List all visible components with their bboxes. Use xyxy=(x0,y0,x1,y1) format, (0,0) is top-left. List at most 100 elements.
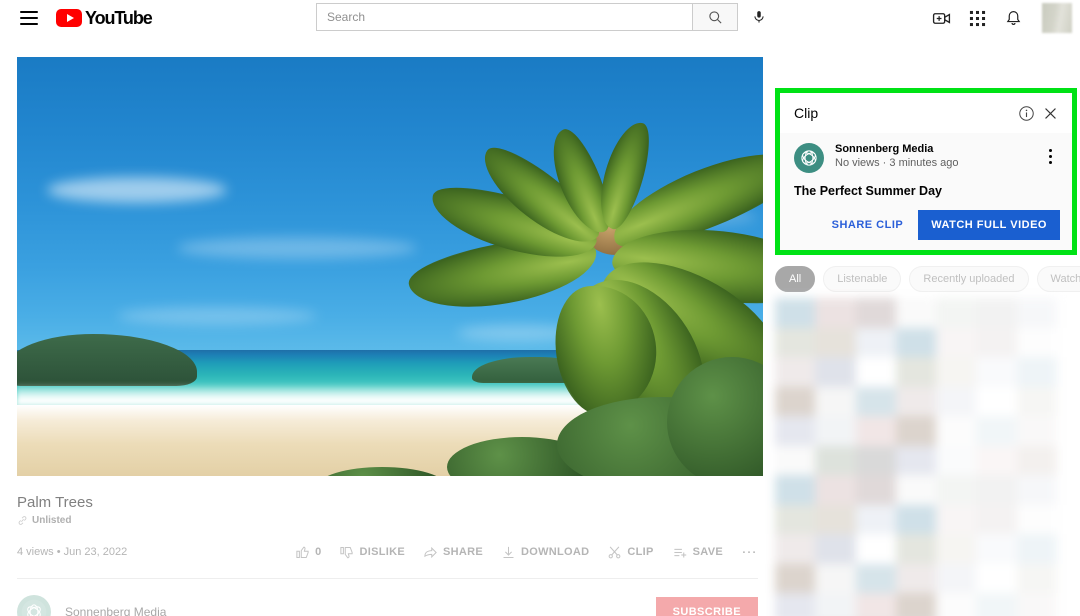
blurred-thumbnail-cell xyxy=(895,593,937,616)
search-submit-button[interactable] xyxy=(692,3,738,31)
blurred-thumbnail-cell xyxy=(895,534,937,564)
blurred-thumbnail-cell xyxy=(815,593,856,616)
share-label: SHARE xyxy=(442,546,483,558)
clip-view-meta: No views · 3 minutes ago xyxy=(835,157,959,169)
filter-chip-listenable[interactable]: Listenable xyxy=(823,266,902,292)
blurred-thumbnail-cell xyxy=(936,475,977,505)
clip-channel-meta: Sonnenberg Media No views · 3 minutes ag… xyxy=(835,143,1040,169)
share-arrow-icon xyxy=(424,546,437,558)
blurred-thumbnail-cell xyxy=(855,534,896,564)
blurred-thumbnail-cell xyxy=(1016,563,1057,593)
video-player[interactable] xyxy=(17,57,763,476)
save-button[interactable]: SAVE xyxy=(672,545,723,560)
blurred-thumbnail-cell xyxy=(1016,327,1057,357)
blurred-thumbnail-cell xyxy=(815,534,856,564)
youtube-logo[interactable]: YouTube xyxy=(56,8,153,29)
blurred-thumbnail-cell xyxy=(1016,534,1057,564)
channel-name[interactable]: Sonnenberg Media xyxy=(65,605,656,616)
blurred-thumbnail-cell xyxy=(1016,504,1057,534)
more-actions-button[interactable]: … xyxy=(741,540,758,564)
blurred-thumbnail-cell xyxy=(775,504,816,534)
thumbs-up-icon xyxy=(296,546,309,558)
blurred-thumbnail-cell xyxy=(895,298,937,328)
apps-grid-icon xyxy=(969,10,985,26)
blurred-thumbnail-cell xyxy=(855,445,896,475)
blurred-thumbnail-cell xyxy=(1016,475,1057,505)
secondary-column: Clip Sonnenberg Media No views · 3 minut… xyxy=(775,36,1080,616)
info-circle-icon xyxy=(1018,105,1034,121)
blurred-thumbnail-cell xyxy=(895,386,937,416)
thumbs-down-icon xyxy=(340,546,354,558)
share-button[interactable]: SHARE xyxy=(423,545,483,560)
blurred-thumbnail-cell xyxy=(976,386,1017,416)
create-video-button[interactable] xyxy=(930,7,952,29)
blurred-thumbnail-cell xyxy=(855,504,896,534)
link-icon xyxy=(18,516,27,525)
blurred-thumbnail-cell xyxy=(1016,593,1057,616)
close-x-icon xyxy=(1044,107,1056,119)
dislike-label: DISLIKE xyxy=(359,546,405,558)
scissors-icon xyxy=(609,546,621,558)
blurred-thumbnail-cell xyxy=(895,563,937,593)
related-videos-blurred[interactable] xyxy=(775,298,1057,616)
clip-channel-avatar[interactable] xyxy=(794,143,824,173)
blurred-thumbnail-cell xyxy=(895,504,937,534)
hamburger-icon[interactable] xyxy=(20,11,38,25)
blurred-thumbnail-cell xyxy=(976,593,1017,616)
primary-column: Palm Trees Unlisted 4 views • Jun 23, 20… xyxy=(0,36,775,616)
download-button[interactable]: DOWNLOAD xyxy=(501,545,589,560)
channel-logo-icon xyxy=(796,145,822,171)
search-input[interactable] xyxy=(327,10,682,24)
blurred-thumbnail-cell xyxy=(815,475,856,505)
blurred-thumbnail-cell xyxy=(936,445,977,475)
blurred-thumbnail-cell xyxy=(1016,386,1057,416)
blurred-thumbnail-cell xyxy=(815,445,856,475)
blurred-thumbnail-cell xyxy=(895,327,937,357)
clip-dialog-actions: SHARE CLIP WATCH FULL VIDEO xyxy=(794,210,1060,240)
channel-avatar[interactable] xyxy=(17,595,51,616)
notifications-button[interactable] xyxy=(1002,7,1024,29)
avatar[interactable] xyxy=(1042,3,1072,33)
filter-chip-all[interactable]: All xyxy=(775,266,816,292)
watch-full-video-button[interactable]: WATCH FULL VIDEO xyxy=(918,210,1060,240)
blurred-thumbnail-cell xyxy=(976,445,1017,475)
microphone-icon xyxy=(754,11,764,23)
blurred-thumbnail-cell xyxy=(976,357,1017,387)
blurred-thumbnail-cell xyxy=(855,357,896,387)
info-button[interactable] xyxy=(1014,101,1038,125)
voice-search-button[interactable] xyxy=(746,4,772,30)
subscribe-button[interactable]: SUBSCRIBE xyxy=(655,597,758,616)
top-right-actions xyxy=(930,0,1072,36)
more-vertical-icon[interactable] xyxy=(1040,143,1060,164)
filter-chip-recently-uploaded[interactable]: Recently uploaded xyxy=(909,266,1029,292)
clip-button[interactable]: CLIP xyxy=(607,545,653,560)
save-label: SAVE xyxy=(692,546,723,558)
close-button[interactable] xyxy=(1038,101,1062,125)
dislike-button[interactable]: DISLIKE xyxy=(339,545,405,560)
blurred-thumbnail-cell xyxy=(976,298,1017,328)
video-action-bar: 0 DISLIKE SHARE DOWNLOAD CLIP SAVE … xyxy=(295,540,758,564)
blurred-thumbnail-cell xyxy=(936,327,977,357)
cloud xyxy=(177,237,417,259)
blurred-thumbnail-cell xyxy=(936,504,977,534)
blurred-thumbnail-cell xyxy=(855,593,896,616)
blurred-thumbnail-cell xyxy=(976,475,1017,505)
blurred-thumbnail-cell xyxy=(815,298,856,328)
blurred-thumbnail-cell xyxy=(976,327,1017,357)
share-clip-button[interactable]: SHARE CLIP xyxy=(826,212,910,238)
privacy-badge: Unlisted xyxy=(17,515,758,526)
blurred-thumbnail-cell xyxy=(815,386,856,416)
like-button[interactable]: 0 xyxy=(295,545,321,560)
blurred-thumbnail-cell xyxy=(775,563,816,593)
blurred-thumbnail-cell xyxy=(936,298,977,328)
blurred-thumbnail-cell xyxy=(815,357,856,387)
blurred-thumbnail-cell xyxy=(936,534,977,564)
blurred-thumbnail-cell xyxy=(775,534,816,564)
blurred-thumbnail-cell xyxy=(895,475,937,505)
search-input-box[interactable] xyxy=(316,3,692,31)
blurred-thumbnail-cell xyxy=(895,357,937,387)
filter-chip-watched[interactable]: Watched xyxy=(1036,266,1080,292)
apps-grid-button[interactable] xyxy=(966,7,988,29)
page-title: Palm Trees xyxy=(17,494,93,511)
blurred-thumbnail-cell xyxy=(855,298,896,328)
